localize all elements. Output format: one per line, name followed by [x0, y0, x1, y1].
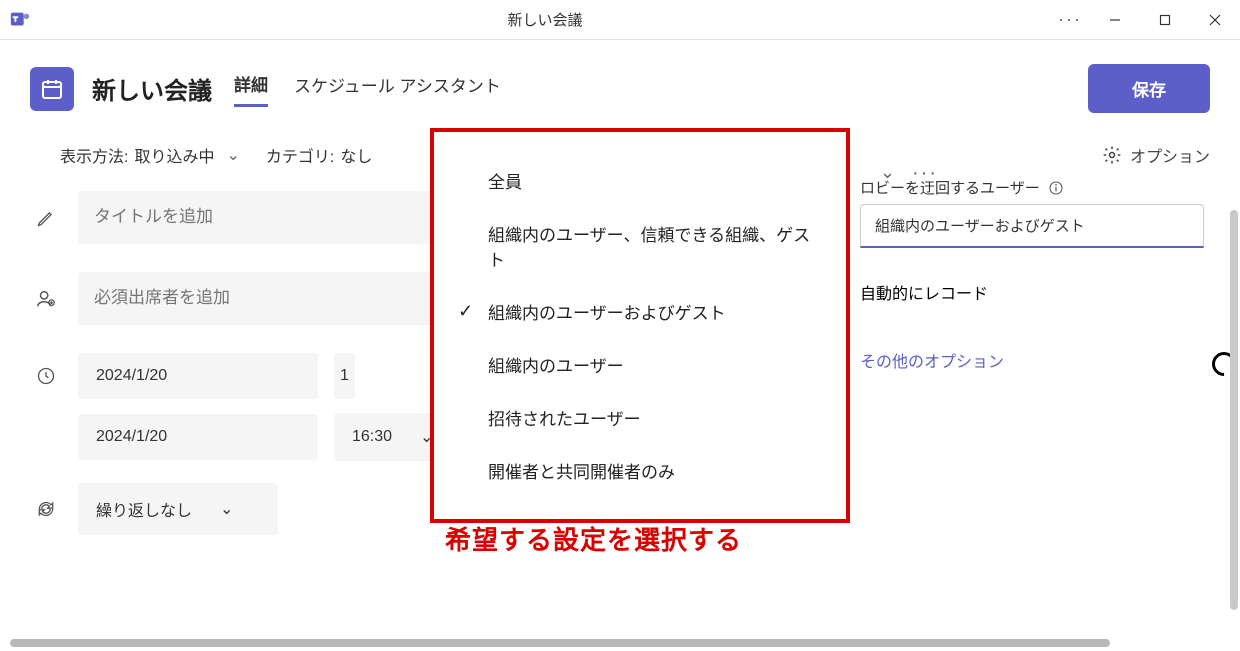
window-title: 新しい会議: [40, 9, 1050, 30]
options-label: オプション: [1130, 143, 1210, 167]
tab-scheduling-assistant[interactable]: スケジュール アシスタント: [294, 72, 501, 105]
start-time-field[interactable]: 1: [334, 353, 355, 399]
chevron-down-icon: ⌄: [220, 499, 233, 519]
minimize-button[interactable]: [1090, 0, 1140, 40]
horizontal-scrollbar[interactable]: [10, 639, 1110, 647]
repeat-icon: [30, 499, 62, 519]
repeat-select[interactable]: 繰り返しなし ⌄: [78, 483, 278, 535]
calendar-icon: [30, 67, 74, 111]
options-button[interactable]: オプション: [1102, 143, 1210, 167]
add-people-icon: [30, 288, 62, 310]
start-date-field[interactable]: 2024/1/20: [78, 353, 318, 399]
chevron-down-icon[interactable]: ⌄: [226, 145, 239, 165]
repeat-value: 繰り返しなし: [96, 497, 192, 521]
dropdown-item[interactable]: 招待されたユーザー: [434, 391, 846, 444]
close-button[interactable]: [1190, 0, 1240, 40]
end-time-value: 16:30: [352, 428, 392, 446]
maximize-button[interactable]: [1140, 0, 1190, 40]
save-button[interactable]: 保存: [1088, 64, 1210, 113]
info-icon[interactable]: [1048, 180, 1064, 196]
dropdown-item[interactable]: 開催者と共同開催者のみ: [434, 444, 846, 497]
titlebar: 新しい会議 ···: [0, 0, 1240, 40]
show-as-label: 表示方法:: [60, 143, 128, 167]
auto-record-label: 自動的にレコード: [860, 280, 988, 304]
annotation-text: 希望する設定を選択する: [445, 520, 742, 557]
teams-app-icon: [0, 9, 40, 31]
teams-icon: [9, 9, 31, 31]
dropdown-item[interactable]: 組織内のユーザー、信頼できる組織、ゲスト: [434, 207, 846, 285]
show-as-value[interactable]: 取り込み中: [134, 143, 214, 167]
dropdown-item-selected[interactable]: 組織内のユーザーおよびゲスト: [434, 285, 846, 338]
tab-detail[interactable]: 詳細: [234, 71, 268, 107]
lobby-bypass-dropdown: 全員 組織内のユーザー、信頼できる組織、ゲスト 組織内のユーザーおよびゲスト 組…: [430, 128, 850, 523]
category-label: カテゴリ:: [266, 143, 334, 167]
gear-icon: [1102, 145, 1122, 165]
more-options-link[interactable]: その他のオプション: [860, 348, 1204, 372]
lobby-bypass-select[interactable]: [860, 204, 1204, 248]
more-icon[interactable]: ···: [1050, 9, 1090, 30]
dropdown-item[interactable]: 全員: [434, 154, 846, 207]
tabs: 詳細 スケジュール アシスタント: [234, 71, 501, 107]
category-value[interactable]: なし: [340, 143, 372, 167]
page-title: 新しい会議: [92, 71, 212, 106]
pencil-icon: [30, 208, 62, 228]
right-column: ロビーを迂回するユーザー 自動的にレコード その他のオプション: [860, 177, 1240, 549]
more-dots-icon[interactable]: ···: [912, 162, 938, 185]
dropdown-item[interactable]: 組織内のユーザー: [434, 338, 846, 391]
auto-record-row: 自動的にレコード: [860, 280, 1204, 304]
clock-icon: [30, 366, 62, 386]
page-header: 新しい会議 詳細 スケジュール アシスタント 保存: [0, 40, 1240, 123]
end-date-field[interactable]: 2024/1/20: [78, 414, 318, 460]
vertical-scrollbar[interactable]: [1230, 210, 1238, 610]
chevron-down-icon[interactable]: ⌄: [880, 162, 895, 183]
